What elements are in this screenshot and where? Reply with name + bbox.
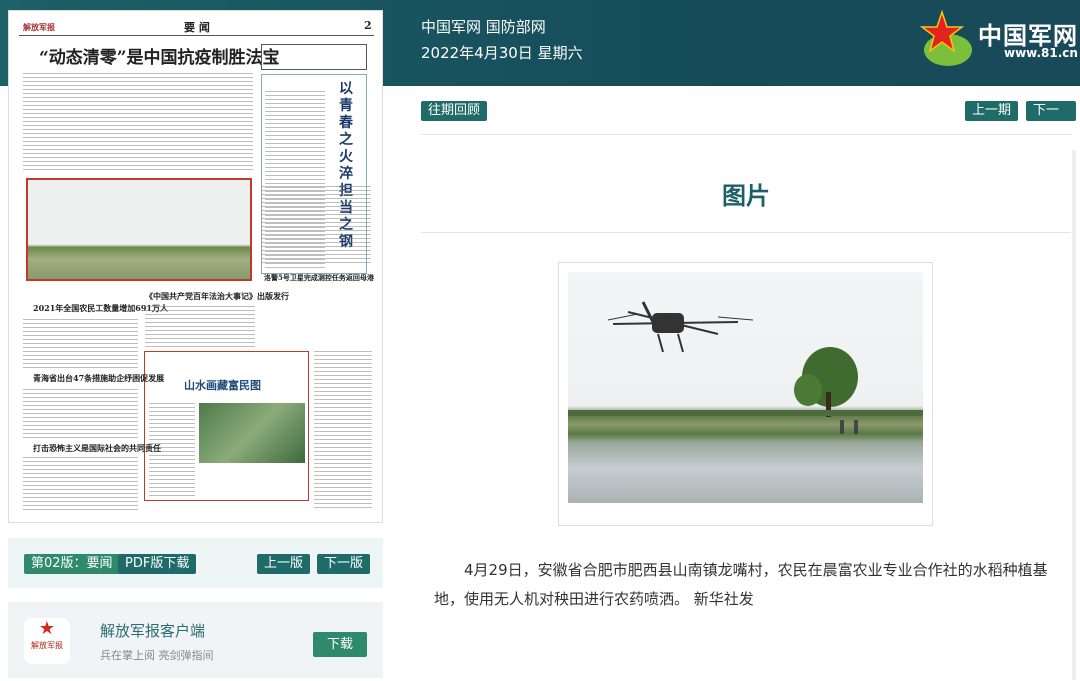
scrollbar[interactable]: [1072, 150, 1076, 680]
newspaper-page-thumbnail[interactable]: 解放军报 要 闻 2 “动态清零”是中国抗疫制胜法宝 以青春之火淬担当之钢 20…: [8, 10, 383, 523]
headline[interactable]: 青海省出台47条措施助企纾困促发展: [33, 373, 164, 384]
prev-edition-button[interactable]: 上一版: [257, 554, 311, 574]
app-promo: ★ 解放军报 解放军报客户端 兵在掌上阅 亮剑弹指间 下载: [8, 602, 383, 678]
current-edition-label[interactable]: 第02版：要闻: [24, 554, 120, 574]
divider: [421, 134, 1071, 135]
next-issue-button[interactable]: 下一期: [1026, 101, 1076, 138]
highlighted-photo-region[interactable]: [26, 178, 252, 281]
site-logo[interactable]: 中国军网 www.81.cn: [918, 10, 1078, 70]
app-slogan: 兵在掌上阅 亮剑弹指间: [100, 649, 214, 662]
masthead: 解放军报: [23, 22, 55, 32]
section-name: 要 闻: [184, 21, 210, 34]
header-info: 中国军网 国防部网 2022年4月30日 星期六: [421, 14, 583, 66]
pdf-download-button[interactable]: PDF版下载: [118, 554, 197, 574]
headline[interactable]: 《中国共产党百年法治大事记》出版发行: [145, 291, 289, 302]
page-number: 2: [364, 19, 372, 32]
prev-issue-button[interactable]: 上一期: [965, 101, 1019, 121]
app-icon: ★ 解放军报: [24, 618, 70, 664]
divider: [421, 232, 1071, 233]
headline[interactable]: 洛警5号卫星完成测控任务返回母港: [264, 273, 374, 283]
app-download-button[interactable]: 下载: [313, 632, 368, 657]
headline[interactable]: 山水画藏富民图: [184, 377, 261, 393]
headline[interactable]: 打击恐怖主义是国际社会的共同责任: [33, 443, 161, 454]
app-name: 解放军报客户端: [100, 622, 206, 640]
drone-photo-illustration: [568, 301, 923, 434]
logo-url: www.81.cn: [1004, 46, 1078, 60]
archive-button[interactable]: 往期回顾: [421, 101, 488, 121]
next-edition-button[interactable]: 下一版: [317, 554, 371, 574]
edition-bar: 第02版：要闻 PDF版下载 上一版 下一版: [8, 538, 383, 588]
site-name: 中国军网 国防部网: [421, 18, 546, 36]
headline[interactable]: “动态清零”是中国抗疫制胜法宝: [39, 43, 280, 68]
article-photo[interactable]: [558, 262, 933, 526]
article-title: 图片: [722, 182, 770, 210]
star-logo-icon: [919, 10, 972, 66]
issue-date: 2022年4月30日 星期六: [421, 44, 583, 62]
photo-caption: 4月29日，安徽省合肥市肥西县山南镇龙嘴村，农民在晨富农业专业合作社的水稻种植基…: [434, 561, 1048, 608]
drone-icon: [607, 301, 754, 353]
